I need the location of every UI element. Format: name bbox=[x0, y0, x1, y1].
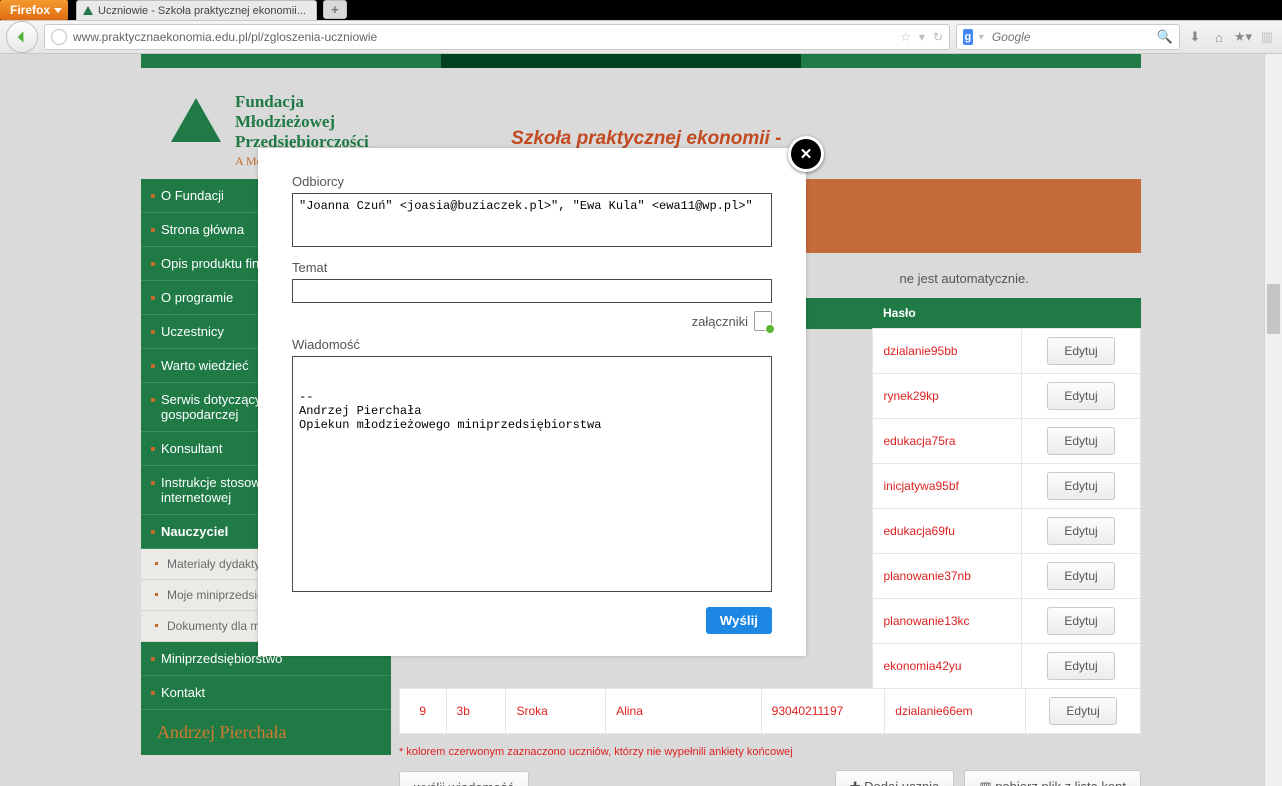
attachment-add-icon[interactable] bbox=[754, 311, 772, 331]
dropdown-history-icon[interactable]: ▾ bbox=[919, 30, 925, 44]
browser-search-box[interactable]: g ▾ 🔍 bbox=[956, 24, 1180, 50]
subject-label: Temat bbox=[292, 260, 772, 275]
send-button[interactable]: Wyślij bbox=[706, 607, 772, 634]
message-label: Wiadomość bbox=[292, 337, 772, 352]
message-input[interactable] bbox=[292, 356, 772, 592]
attachments-label: załączniki bbox=[692, 314, 748, 329]
edit-button[interactable]: Edytuj bbox=[1047, 517, 1114, 545]
edit-button[interactable]: Edytuj bbox=[1047, 652, 1114, 680]
subject-input[interactable] bbox=[292, 279, 772, 303]
search-input[interactable] bbox=[990, 29, 1151, 45]
stats-icon[interactable]: ▥ bbox=[1258, 28, 1276, 46]
edit-button[interactable]: Edytuj bbox=[1047, 607, 1114, 635]
search-go-icon[interactable]: 🔍 bbox=[1157, 29, 1173, 45]
compose-message-modal: ✕ Odbiorcy Temat załączniki Wiadomość Wy… bbox=[258, 148, 806, 656]
sidebar-item[interactable]: Kontakt bbox=[141, 676, 391, 710]
browser-nav-bar: www.praktycznaekonomia.edu.pl/pl/zglosze… bbox=[0, 20, 1282, 54]
downloads-icon[interactable]: ⬇ bbox=[1186, 28, 1204, 46]
browser-tab-strip: Firefox Uczniowie - Szkoła praktycznej e… bbox=[0, 0, 1282, 20]
url-bar[interactable]: www.praktycznaekonomia.edu.pl/pl/zglosze… bbox=[44, 24, 950, 50]
firefox-label: Firefox bbox=[10, 3, 50, 17]
attachments-row: załączniki bbox=[292, 311, 772, 331]
scrollbar-thumb[interactable] bbox=[1267, 284, 1280, 334]
bookmarks-menu-icon[interactable]: ★▾ bbox=[1234, 28, 1252, 46]
url-text: www.praktycznaekonomia.edu.pl/pl/zglosze… bbox=[73, 30, 377, 44]
top-green-strip bbox=[141, 54, 1141, 68]
vertical-scrollbar[interactable] bbox=[1264, 54, 1282, 786]
back-button[interactable] bbox=[6, 21, 38, 53]
edit-button[interactable]: Edytuj bbox=[1047, 472, 1114, 500]
edit-button[interactable]: Edytuj bbox=[1047, 337, 1114, 365]
tab-favicon bbox=[83, 6, 93, 15]
logo-mark-icon bbox=[171, 92, 221, 142]
sidebar-user-name: Andrzej Pierchała bbox=[141, 710, 391, 755]
edit-button[interactable]: Edytuj bbox=[1047, 562, 1114, 590]
recipients-label: Odbiorcy bbox=[292, 174, 772, 189]
table-row: 9 3b Sroka Alina 93040211197 dzialanie66… bbox=[400, 689, 1141, 734]
bookmark-star-icon[interactable]: ☆ bbox=[900, 30, 911, 44]
edit-button[interactable]: Edytuj bbox=[1049, 697, 1116, 725]
page-viewport: Fundacja Młodzieżowej Przedsiębiorczości… bbox=[0, 54, 1282, 786]
browser-tab[interactable]: Uczniowie - Szkoła praktycznej ekonomii.… bbox=[76, 0, 317, 20]
red-note: * kolorem czerwonym zaznaczono uczniów, … bbox=[399, 746, 1141, 758]
edit-button[interactable]: Edytuj bbox=[1047, 427, 1114, 455]
home-icon[interactable]: ⌂ bbox=[1210, 28, 1228, 46]
search-engine-dropdown-icon[interactable]: ▾ bbox=[979, 32, 984, 43]
close-icon[interactable]: ✕ bbox=[788, 136, 824, 172]
reload-icon[interactable]: ↻ bbox=[933, 30, 943, 44]
recipients-input[interactable] bbox=[292, 193, 772, 247]
edit-button[interactable]: Edytuj bbox=[1047, 382, 1114, 410]
new-tab-button[interactable]: + bbox=[323, 0, 347, 19]
table-header-actions bbox=[1022, 298, 1141, 329]
page-title: Szkoła praktycznej ekonomii - bbox=[511, 128, 781, 150]
site-identity-icon bbox=[51, 29, 67, 45]
firefox-menu-button[interactable]: Firefox bbox=[0, 0, 68, 20]
students-table-full-row: 9 3b Sroka Alina 93040211197 dzialanie66… bbox=[399, 688, 1141, 734]
tab-title: Uczniowie - Szkoła praktycznej ekonomii.… bbox=[98, 5, 306, 17]
table-header-password: Hasło bbox=[873, 298, 1022, 329]
search-engine-icon: g bbox=[963, 29, 973, 45]
